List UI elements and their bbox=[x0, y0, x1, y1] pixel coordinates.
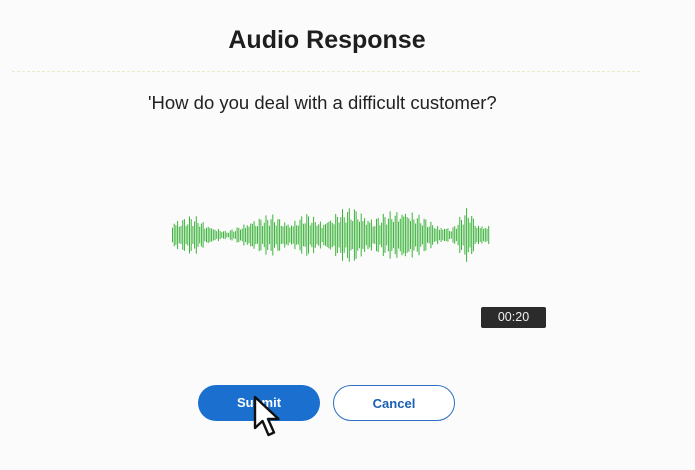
recording-timer: 00:20 bbox=[481, 307, 546, 328]
mouse-pointer-icon bbox=[253, 395, 280, 437]
dialog-title: Audio Response bbox=[228, 26, 426, 54]
question-text: 'How do you deal with a difficult custom… bbox=[148, 92, 497, 113]
audio-waveform bbox=[172, 208, 490, 262]
cancel-button[interactable]: Cancel bbox=[333, 385, 455, 421]
title-divider bbox=[12, 71, 640, 72]
audio-response-dialog: Audio Response 'How do you deal with a d… bbox=[0, 0, 695, 470]
